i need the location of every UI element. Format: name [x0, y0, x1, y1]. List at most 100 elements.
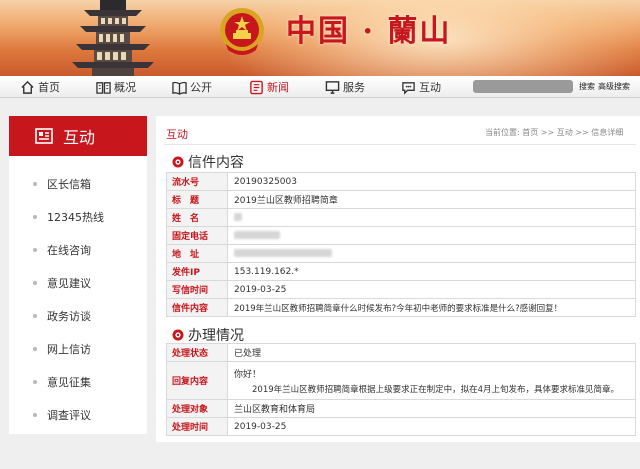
handling-target: 兰山区教育和体育局: [227, 399, 636, 418]
row-label: 处理状态: [166, 343, 228, 362]
sidebar-item-label: 网上信访: [47, 343, 91, 356]
sidebar-header-label: 互动: [63, 128, 96, 147]
bullet-icon: [33, 380, 37, 384]
bullet-icon: [33, 314, 37, 318]
sidebar-item-label: 意见征集: [47, 376, 91, 389]
sidebar-item-label: 在线咨询: [47, 244, 91, 257]
section-title: 信件内容: [188, 155, 244, 171]
reply-body: 2019年兰山区教师招聘简章根据上级要求正在制定中，拟在4月上旬发布，具体要求标…: [252, 384, 620, 395]
table-row: 处理状态 已处理: [166, 343, 636, 362]
sidebar-item-suggestion[interactable]: 意见建议: [9, 273, 147, 293]
nav-item-news[interactable]: 新闻: [249, 76, 289, 98]
advanced-search-link[interactable]: 高级搜索: [598, 81, 630, 92]
table-row: 处理对象 兰山区教育和体育局: [166, 399, 636, 418]
redacted-value: [234, 231, 280, 239]
letter-date: 2019-03-25: [227, 280, 636, 299]
sidebar-item-interview[interactable]: 政务访谈: [9, 306, 147, 326]
sidebar-item-label: 调查评议: [47, 409, 91, 422]
nav-item-label: 互动: [419, 81, 441, 94]
sidebar-item-survey[interactable]: 调查评议: [9, 405, 147, 425]
nav-item-label: 服务: [343, 81, 365, 94]
newspaper-icon: [250, 80, 263, 94]
search-input[interactable]: [473, 80, 573, 93]
sidebar-item-petition[interactable]: 网上信访: [9, 339, 147, 359]
nav-item-label: 新闻: [267, 81, 289, 94]
sidebar-item-hotline[interactable]: 12345热线: [9, 207, 147, 227]
nav-item-public[interactable]: 公开: [172, 76, 212, 98]
nav-item-overview[interactable]: 概况: [96, 76, 136, 98]
row-label: 处理对象: [166, 399, 228, 418]
row-label: 写信时间: [166, 280, 228, 299]
bullet-icon: [33, 413, 37, 417]
letter-content: 2019年兰山区教师招聘简章什么时候发布?今年初中老师的要求标准是什么?感谢回复…: [227, 298, 636, 317]
breadcrumb: 当前位置: 首页 >> 互动 >> 信息详细: [485, 128, 624, 137]
bullet-icon: [33, 215, 37, 219]
reply-greeting: 你好！: [234, 369, 262, 380]
row-label: 标 题: [166, 190, 228, 209]
sidebar-item-collection[interactable]: 意见征集: [9, 372, 147, 392]
table-row: 发件IP 153.119.162.*: [166, 262, 636, 281]
nav-item-label: 概况: [114, 81, 136, 94]
pagoda-image: [72, 0, 154, 76]
row-label: 回复内容: [166, 361, 228, 400]
row-label: 处理时间: [166, 417, 228, 436]
sidebar-item-label: 政务访谈: [47, 310, 91, 323]
sidebar-item-consult[interactable]: 在线咨询: [9, 240, 147, 260]
sidebar-header: 互动: [9, 116, 147, 156]
table-row: 信件内容 2019年兰山区教师招聘简章什么时候发布?今年初中老师的要求标准是什么?…: [166, 298, 636, 317]
section-title: 办理情况: [188, 328, 244, 344]
handling-time: 2019-03-25: [227, 417, 636, 436]
sidebar: 互动 区长信箱 12345热线 在线咨询 意见建议 政务访谈 网上信访 意见征集…: [9, 116, 147, 434]
table-row: 回复内容 你好！ 2019年兰山区教师招聘简章根据上级要求正在制定中，拟在4月上…: [166, 361, 636, 400]
nav-item-label: 首页: [38, 81, 60, 94]
nav-item-home[interactable]: 首页: [20, 76, 60, 98]
bullet-icon: [33, 248, 37, 252]
table-row: 处理时间 2019-03-25: [166, 417, 636, 436]
handling-table: 处理状态 已处理 回复内容 你好！ 2019年兰山区教师招聘简章根据上级要求正在制…: [166, 343, 636, 436]
document-list-icon: [35, 128, 53, 144]
sidebar-item-mailbox[interactable]: 区长信箱: [9, 174, 147, 194]
nav-item-service[interactable]: 服务: [325, 76, 365, 98]
search-button[interactable]: 搜索: [579, 81, 595, 92]
bullet-icon: [33, 182, 37, 186]
bullet-icon: [33, 347, 37, 351]
page-title: 互动: [166, 128, 188, 141]
letter-section-heading: 信件内容: [172, 152, 244, 172]
sidebar-item-label: 12345热线: [47, 211, 104, 224]
sidebar-item-label: 区长信箱: [47, 178, 91, 191]
letter-subject: 2019兰山区教师招聘简章: [227, 190, 636, 209]
table-row: 固定电话: [166, 226, 636, 245]
divider: [164, 144, 636, 145]
sender-ip: 153.119.162.*: [227, 262, 636, 281]
nav-item-interact[interactable]: 互动: [401, 76, 441, 98]
phone-number: [227, 226, 636, 245]
header-banner: 中国 · 蘭山: [0, 0, 640, 76]
sender-address: [227, 244, 636, 263]
redacted-value: [234, 213, 242, 221]
bullet-icon: [33, 281, 37, 285]
row-label: 地 址: [166, 244, 228, 263]
section-bullet-icon: [172, 156, 184, 168]
table-row: 姓 名: [166, 208, 636, 227]
home-icon: [21, 80, 34, 94]
open-book-icon: [172, 81, 187, 95]
row-label: 流水号: [166, 172, 228, 191]
table-row: 写信时间 2019-03-25: [166, 280, 636, 299]
row-label: 信件内容: [166, 298, 228, 317]
sender-name: [227, 208, 636, 227]
letter-table: 流水号 20190325003 标 题 2019兰山区教师招聘简章 姓 名 固定电话…: [166, 172, 636, 317]
row-label: 发件IP: [166, 262, 228, 281]
sidebar-item-label: 意见建议: [47, 277, 91, 290]
serial-number: 20190325003: [227, 172, 636, 191]
handling-section-heading: 办理情况: [172, 325, 244, 345]
row-label: 姓 名: [166, 208, 228, 227]
book-open-icon: [96, 81, 111, 94]
nav-item-label: 公开: [190, 81, 212, 94]
table-row: 标 题 2019兰山区教师招聘简章: [166, 190, 636, 209]
row-label: 固定电话: [166, 226, 228, 245]
chat-bubble-icon: [402, 81, 415, 95]
redacted-value: [234, 249, 332, 257]
section-bullet-icon: [172, 329, 184, 341]
table-row: 地 址: [166, 244, 636, 263]
reply-content: 你好！ 2019年兰山区教师招聘简章根据上级要求正在制定中，拟在4月上旬发布，具…: [227, 361, 636, 400]
